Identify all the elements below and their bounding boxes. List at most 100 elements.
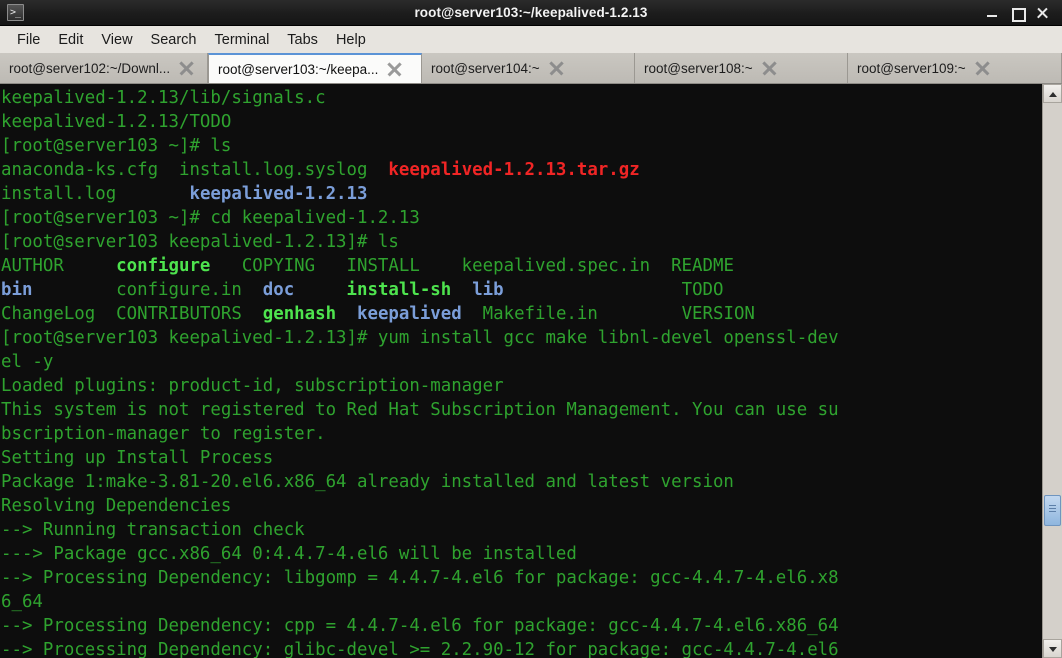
terminal-text: --> Processing Dependency: glibc-devel >… [1, 640, 839, 658]
terminal-line: [root@server103 keepalived-1.2.13]# yum … [1, 326, 1042, 350]
terminal-text: keepalived [357, 304, 462, 324]
scrollbar[interactable] [1042, 84, 1062, 658]
terminal-text: Setting up Install Process [1, 448, 274, 468]
terminal-text: ---> Package gcc.x86_64 0:4.4.7-4.el6 wi… [1, 544, 577, 564]
menu-item-help[interactable]: Help [327, 29, 375, 51]
terminal-text: bscription-manager to register. [1, 424, 326, 444]
terminal-text: install.log [1, 184, 190, 204]
tab-label: root@server104:~ [431, 60, 540, 76]
terminal-text: configure.in [32, 280, 263, 300]
terminal-line: --> Processing Dependency: cpp = 4.4.7-4… [1, 614, 1042, 638]
minimize-button[interactable] [985, 5, 999, 21]
terminal-line: [root@server103 ~]# ls [1, 134, 1042, 158]
terminal-text: TODO [503, 280, 724, 300]
terminal-line: This system is not registered to Red Hat… [1, 398, 1042, 422]
maximize-button[interactable] [1010, 5, 1026, 22]
terminal-line: install.log keepalived-1.2.13 [1, 182, 1042, 206]
close-icon[interactable] [386, 61, 403, 78]
terminal-text: This system is not registered to Red Hat… [1, 400, 839, 420]
terminal-text: Loaded plugins: product-id, subscription… [1, 376, 504, 396]
terminal-text: Makefile.in VERSION [461, 304, 755, 324]
terminal-line: AUTHOR configure COPYING INSTALL keepali… [1, 254, 1042, 278]
terminal-text: lib [472, 280, 504, 300]
window-controls [985, 5, 1058, 22]
terminal-text: [root@server103 keepalived-1.2.13]# yum … [1, 328, 839, 348]
scrollbar-track[interactable] [1043, 103, 1062, 639]
menu-item-edit[interactable]: Edit [49, 29, 92, 51]
terminal-text: keepalived-1.2.13/lib/signals.c [1, 88, 326, 108]
terminal-output[interactable]: keepalived-1.2.13/lib/signals.c keepalive… [0, 84, 1042, 658]
scroll-up-arrow-icon[interactable] [1043, 84, 1062, 103]
terminal-text: ChangeLog CONTRIBUTORS [1, 304, 263, 324]
tab-label: root@server108:~ [644, 60, 753, 76]
terminal-text: COPYING INSTALL keepalived.spec.in READM… [210, 256, 734, 276]
close-icon[interactable] [761, 60, 778, 77]
menu-item-search[interactable]: Search [142, 29, 206, 51]
terminal-window: >_ root@server103:~/keepalived-1.2.13 Fi… [0, 0, 1062, 658]
menu-item-view[interactable]: View [92, 29, 141, 51]
close-icon[interactable] [548, 60, 565, 77]
menu-item-file[interactable]: File [8, 29, 49, 51]
tab-label: root@server102:~/Downl... [9, 60, 171, 76]
terminal-line: --> Processing Dependency: glibc-devel >… [1, 638, 1042, 658]
terminal-text: [root@server103 ~]# ls [1, 136, 232, 156]
scroll-down-arrow-icon[interactable] [1043, 639, 1062, 658]
close-button[interactable] [1035, 5, 1049, 21]
terminal-line: Package 1:make-3.81-20.el6.x86_64 alread… [1, 470, 1042, 494]
terminal-icon: >_ [7, 4, 24, 21]
terminal-text: Package 1:make-3.81-20.el6.x86_64 alread… [1, 472, 734, 492]
terminal-text: keepalived-1.2.13/TODO [1, 112, 232, 132]
tab-server109[interactable]: root@server109:~ [848, 53, 1062, 83]
tab-server103[interactable]: root@server103:~/keepa... [208, 53, 422, 83]
terminal-line: ChangeLog CONTRIBUTORS genhash keepalive… [1, 302, 1042, 326]
terminal-line: 6_64 [1, 590, 1042, 614]
tab-server102[interactable]: root@server102:~/Downl... [0, 53, 208, 83]
terminal-text: --> Running transaction check [1, 520, 305, 540]
terminal-text: configure [116, 256, 211, 276]
terminal-text: install-sh [346, 280, 452, 300]
terminal-text: 6_64 [1, 592, 43, 612]
menu-item-terminal[interactable]: Terminal [206, 29, 279, 51]
terminal-body: keepalived-1.2.13/lib/signals.c keepalive… [0, 84, 1062, 658]
terminal-line: anaconda-ks.cfg install.log.syslog keepa… [1, 158, 1042, 182]
terminal-line: keepalived-1.2.13/TODO [1, 110, 1042, 134]
tab-label: root@server109:~ [857, 60, 966, 76]
terminal-line: bin configure.in doc install-sh lib TODO [1, 278, 1042, 302]
terminal-text: keepalived-1.2.13 [189, 184, 368, 204]
terminal-text: doc [262, 280, 295, 300]
terminal-line: Loaded plugins: product-id, subscription… [1, 374, 1042, 398]
menu-item-tabs[interactable]: Tabs [278, 29, 327, 51]
terminal-line: --> Processing Dependency: libgomp = 4.4… [1, 566, 1042, 590]
tab-bar: root@server102:~/Downl... root@server103… [0, 53, 1062, 84]
scroll-thumb[interactable] [1044, 495, 1061, 526]
terminal-text: el -y [1, 352, 54, 372]
tab-server108[interactable]: root@server108:~ [635, 53, 848, 83]
terminal-text: [root@server103 ~]# cd keepalived-1.2.13 [1, 208, 420, 228]
terminal-line: keepalived-1.2.13/lib/signals.c [1, 86, 1042, 110]
tab-label: root@server103:~/keepa... [218, 61, 379, 77]
terminal-line: --> Running transaction check [1, 518, 1042, 542]
terminal-line: [root@server103 keepalived-1.2.13]# ls [1, 230, 1042, 254]
terminal-line: Setting up Install Process [1, 446, 1042, 470]
window-title: root@server103:~/keepalived-1.2.13 [414, 5, 648, 20]
terminal-text: Resolving Dependencies [1, 496, 232, 516]
terminal-text: bin [1, 280, 33, 300]
close-icon[interactable] [974, 60, 991, 77]
terminal-text: --> Processing Dependency: libgomp = 4.4… [1, 568, 839, 588]
terminal-icon-glyph: >_ [10, 7, 21, 18]
terminal-line: el -y [1, 350, 1042, 374]
terminal-text: anaconda-ks.cfg install.log.syslog [1, 160, 389, 180]
close-icon[interactable] [178, 60, 195, 77]
title-bar: >_ root@server103:~/keepalived-1.2.13 [0, 0, 1062, 26]
terminal-text: AUTHOR [1, 256, 117, 276]
terminal-text: keepalived-1.2.13.tar.gz [388, 160, 640, 180]
scroll-thumb-grip [1049, 505, 1056, 514]
tab-server104[interactable]: root@server104:~ [422, 53, 635, 83]
terminal-text: --> Processing Dependency: cpp = 4.4.7-4… [1, 616, 839, 636]
terminal-text: [root@server103 keepalived-1.2.13]# ls [1, 232, 399, 252]
terminal-line: Resolving Dependencies [1, 494, 1042, 518]
terminal-line: ---> Package gcc.x86_64 0:4.4.7-4.el6 wi… [1, 542, 1042, 566]
